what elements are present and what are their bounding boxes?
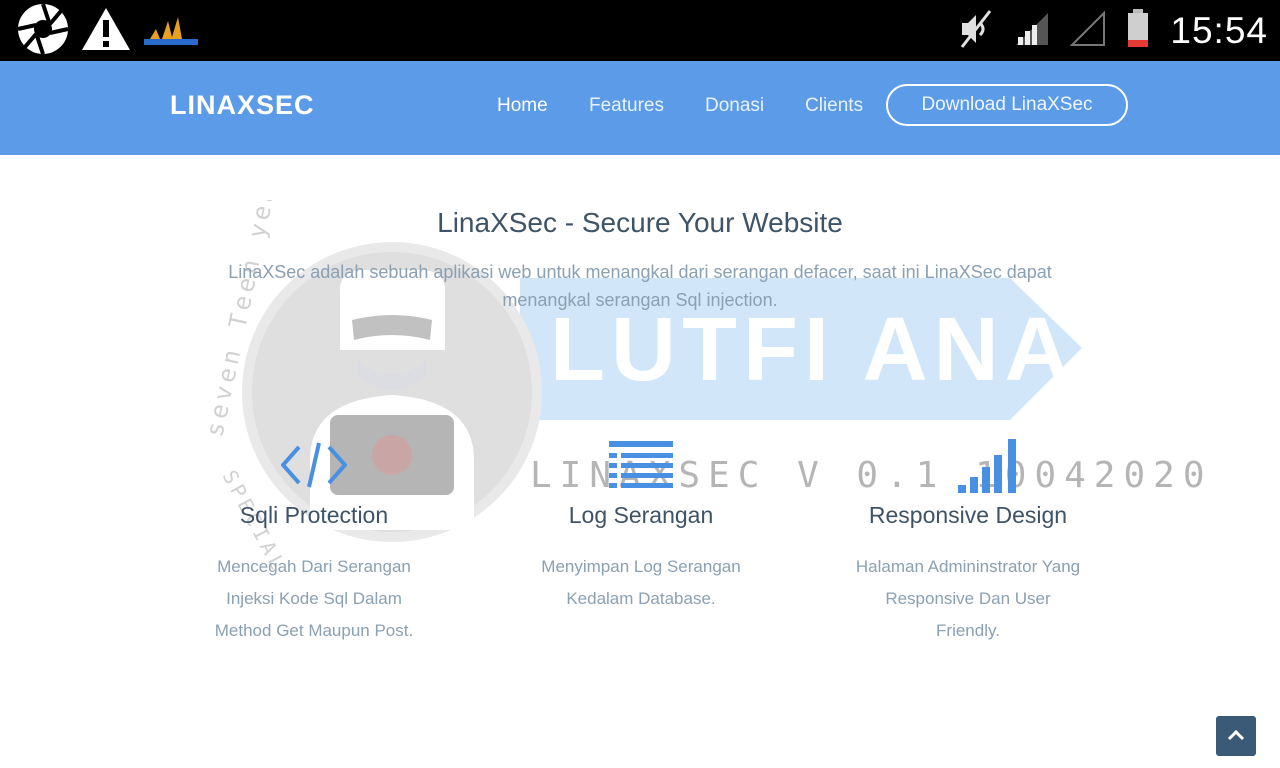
status-bar-system: 15:54 [958, 0, 1268, 61]
bar-chart-icon [958, 437, 1022, 497]
clock: 15:54 [1170, 9, 1268, 51]
feature-responsive: Responsive Design Halaman Admininstrator… [818, 432, 1118, 647]
feature-desc: Mencegah Dari Serangan Injeksi Kode Sql … [214, 557, 414, 640]
feature-title: Sqli Protection [239, 502, 389, 528]
feature-desc: Halaman Admininstrator Yang Responsive D… [855, 557, 1081, 640]
signal-empty-icon [1069, 10, 1106, 51]
nav-features[interactable]: Features [589, 95, 664, 117]
page-title: LinaXSec - Secure Your Website [437, 207, 843, 238]
feature-log: Log Serangan Menyimpan Log Serangan Keda… [491, 432, 791, 615]
nav-donasi[interactable]: Donasi [705, 95, 764, 117]
navbar: LINAXSEC Home Features Donasi Clients Do… [0, 61, 1280, 155]
list-icon [609, 439, 673, 495]
svg-text:LUTFI ANAM: LUTFI ANAM [550, 300, 1100, 400]
feature-title: Responsive Design [868, 502, 1068, 528]
feature-sqli: Sqli Protection Mencegah Dari Serangan I… [164, 432, 464, 647]
download-button[interactable]: Download LinaXSec [886, 84, 1128, 126]
mute-icon [958, 9, 994, 53]
app-logo-icon [142, 9, 200, 53]
feature-desc: Menyimpan Log Serangan Kedalam Database. [541, 557, 741, 608]
status-bar: 15:54 [0, 0, 1280, 61]
back-to-top-button[interactable] [1216, 716, 1256, 756]
chevron-up-icon [1226, 727, 1246, 746]
nav-home[interactable]: Home [497, 95, 548, 117]
code-icon [280, 441, 348, 493]
brand-logo[interactable]: LINAXSEC [170, 90, 315, 121]
battery-low-icon [1126, 8, 1150, 53]
status-bar-notifications [16, 2, 200, 60]
nav-clients[interactable]: Clients [805, 95, 863, 117]
warning-icon [80, 6, 132, 56]
signal-icon [1014, 11, 1050, 51]
page-subtitle: LinaXSec adalah sebuah aplikasi web untu… [228, 262, 1052, 310]
aperture-icon [16, 2, 70, 60]
feature-title: Log Serangan [568, 502, 714, 528]
